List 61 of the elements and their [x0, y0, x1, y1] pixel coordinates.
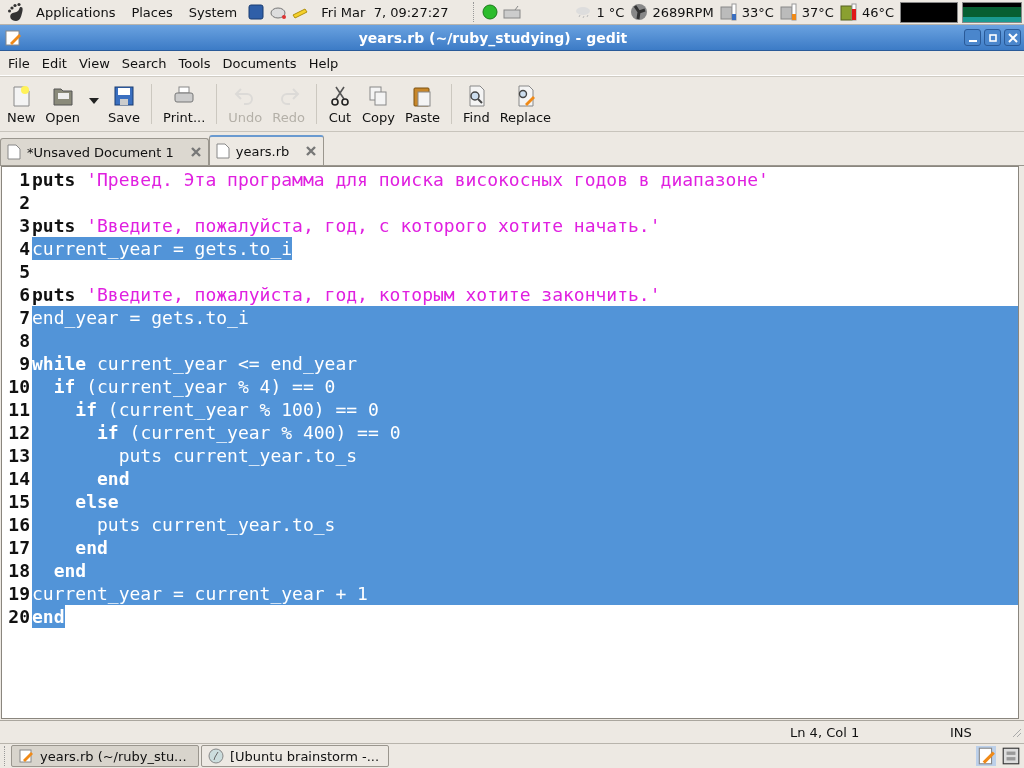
- save-button[interactable]: Save: [103, 79, 145, 129]
- menu-item[interactable]: View: [72, 55, 116, 71]
- sensor-reading: 2689RPM: [652, 4, 714, 20]
- resize-grip-icon[interactable]: [1010, 726, 1022, 738]
- minimize-icon: [968, 40, 977, 42]
- caret-icon: [89, 97, 100, 104]
- notepad-pencil-icon: [4, 28, 22, 47]
- panel-menu[interactable]: Applications: [30, 4, 122, 20]
- cut-button[interactable]: Cut: [322, 79, 357, 129]
- panel-menu[interactable]: System: [182, 4, 244, 20]
- minimize-button[interactable]: [964, 29, 981, 46]
- notebook-icon[interactable]: [247, 3, 266, 21]
- copy-button[interactable]: Copy: [356, 79, 400, 129]
- panel-menu[interactable]: Places: [125, 4, 179, 20]
- find-button[interactable]: Find: [458, 79, 495, 129]
- taskbar-window-button[interactable]: [Ubuntu brainstorm -...: [201, 745, 389, 767]
- new-button[interactable]: New: [2, 79, 41, 129]
- notepad-icon: [18, 748, 34, 764]
- close-button[interactable]: [1004, 29, 1021, 46]
- close-icon[interactable]: [305, 145, 318, 157]
- open-button[interactable]: Open: [40, 79, 86, 129]
- close-icon: [1007, 32, 1018, 43]
- menu-item[interactable]: Help: [302, 55, 345, 71]
- chip-card-icon: [839, 3, 858, 21]
- code-editor[interactable]: [1, 166, 1019, 719]
- network-monitor-graph[interactable]: [962, 1, 1022, 23]
- print-button[interactable]: Print...: [158, 79, 211, 129]
- window-title: years.rb (~/ruby_studying) - gedit: [357, 29, 629, 46]
- maximize-icon: [987, 32, 998, 43]
- code-line: puts 'Введите, пожалуйста, год, которым хотите закончить.': [32, 283, 661, 306]
- cursor-position: Ln 4, Col 1: [790, 724, 861, 740]
- thermometer-icon: [779, 3, 798, 21]
- menu-item[interactable]: Tools: [172, 55, 217, 71]
- menu-item[interactable]: Documents: [216, 55, 303, 71]
- drawer-icon[interactable]: [1001, 746, 1021, 766]
- maximize-button[interactable]: [984, 29, 1001, 46]
- menu-item[interactable]: Edit: [35, 55, 73, 71]
- foot-logo-icon[interactable]: [6, 2, 26, 22]
- status-dot-icon: [480, 3, 499, 21]
- sensor-reading: 1 °C: [596, 4, 625, 20]
- sensor-reading: 33°C: [741, 4, 774, 20]
- system-monitor-graph[interactable]: [900, 1, 958, 23]
- taskbar-window-button[interactable]: years.rb (~/ruby_stu...: [11, 745, 199, 767]
- sensor-reading: 37°C: [801, 4, 834, 20]
- document-tab[interactable]: years.rb: [208, 135, 325, 165]
- fan-icon: [630, 3, 649, 21]
- paste-button[interactable]: Paste: [399, 79, 446, 129]
- clock[interactable]: Fri Mar 7, 09:27:27: [321, 4, 449, 20]
- document-icon: [7, 144, 21, 160]
- sensor-reading: 46°C: [861, 4, 894, 20]
- menu-item[interactable]: Search: [115, 55, 173, 71]
- notepad-icon[interactable]: [976, 746, 996, 766]
- menu-item[interactable]: File: [2, 55, 36, 71]
- close-icon[interactable]: [189, 146, 202, 158]
- document-tab[interactable]: *Unsaved Document 1: [0, 138, 209, 165]
- thermometer-icon: [719, 3, 738, 21]
- code-line: puts 'Превед. Эта программа для поиска високосных годов в диапазоне': [32, 168, 769, 191]
- document-icon: [215, 143, 230, 159]
- replace-button[interactable]: Replace: [494, 79, 557, 129]
- insert-mode: INS: [950, 724, 973, 740]
- code-line: puts 'Введите, пожалуйста, год, с которого хотите начать.': [32, 214, 661, 237]
